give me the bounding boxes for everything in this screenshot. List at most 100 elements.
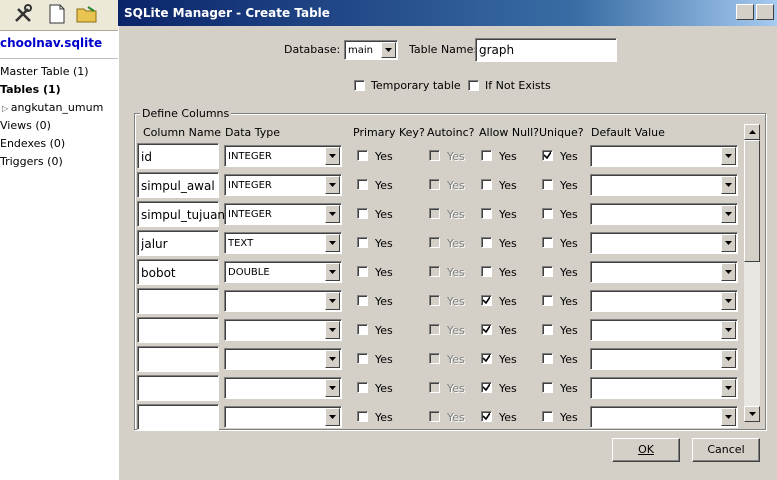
default-value-select[interactable]: [590, 319, 738, 341]
allow-null-checkbox[interactable]: [481, 382, 492, 393]
ok-button[interactable]: OK: [612, 438, 680, 462]
allow-null-checkbox[interactable]: [481, 266, 492, 277]
column-name-input[interactable]: [137, 317, 219, 343]
primary-key-checkbox[interactable]: [357, 295, 368, 306]
chevron-down-icon[interactable]: [325, 147, 340, 165]
open-folder-icon[interactable]: [76, 3, 98, 25]
default-value-select[interactable]: [590, 290, 738, 312]
chevron-down-icon[interactable]: [381, 42, 396, 58]
chevron-down-icon[interactable]: [721, 292, 736, 310]
column-name-input[interactable]: [137, 288, 219, 314]
scroll-up-button[interactable]: [744, 124, 760, 140]
chevron-down-icon[interactable]: [721, 205, 736, 223]
default-value-select[interactable]: [590, 232, 738, 254]
new-file-icon[interactable]: [46, 3, 68, 25]
tree-item[interactable]: Tables (1): [0, 83, 61, 96]
chevron-down-icon[interactable]: [721, 321, 736, 339]
chevron-down-icon[interactable]: [721, 263, 736, 281]
chevron-down-icon[interactable]: [721, 408, 736, 426]
column-name-input[interactable]: [137, 375, 219, 401]
close-button[interactable]: [756, 4, 774, 20]
chevron-down-icon[interactable]: [325, 176, 340, 194]
default-value-select[interactable]: [590, 203, 738, 225]
data-type-select[interactable]: [224, 290, 342, 312]
column-name-input[interactable]: jalur: [137, 230, 219, 256]
primary-key-checkbox[interactable]: [357, 266, 368, 277]
default-value-select[interactable]: [590, 145, 738, 167]
primary-key-checkbox[interactable]: [357, 150, 368, 161]
chevron-down-icon[interactable]: [325, 321, 340, 339]
tree-item[interactable]: Endexes (0): [0, 137, 65, 150]
unique-checkbox[interactable]: [542, 295, 553, 306]
default-value-select[interactable]: [590, 348, 738, 370]
data-type-select[interactable]: INTEGER: [224, 174, 342, 196]
default-value-select[interactable]: [590, 261, 738, 283]
data-type-select[interactable]: [224, 406, 342, 428]
primary-key-checkbox[interactable]: [357, 411, 368, 422]
unique-checkbox[interactable]: [542, 266, 553, 277]
expand-arrow-icon[interactable]: ▷: [2, 104, 11, 113]
unique-checkbox[interactable]: [542, 179, 553, 190]
column-name-input[interactable]: [137, 346, 219, 372]
database-select[interactable]: main: [344, 40, 398, 60]
data-type-select[interactable]: TEXT: [224, 232, 342, 254]
data-type-select[interactable]: [224, 319, 342, 341]
allow-null-checkbox[interactable]: [481, 179, 492, 190]
scrollbar-thumb[interactable]: [744, 140, 760, 262]
allow-null-checkbox[interactable]: [481, 208, 492, 219]
allow-null-checkbox[interactable]: [481, 295, 492, 306]
chevron-down-icon[interactable]: [325, 350, 340, 368]
default-value-select[interactable]: [590, 406, 738, 428]
column-name-input[interactable]: simpul_tujuan: [137, 201, 225, 227]
chevron-down-icon[interactable]: [721, 234, 736, 252]
unique-checkbox[interactable]: [542, 237, 553, 248]
unique-checkbox[interactable]: [542, 411, 553, 422]
chevron-down-icon[interactable]: [325, 292, 340, 310]
data-type-select[interactable]: DOUBLE: [224, 261, 342, 283]
primary-key-checkbox[interactable]: [357, 324, 368, 335]
chevron-down-icon[interactable]: [325, 408, 340, 426]
data-type-select[interactable]: [224, 348, 342, 370]
chevron-down-icon[interactable]: [721, 350, 736, 368]
primary-key-checkbox[interactable]: [357, 208, 368, 219]
allow-null-checkbox[interactable]: [481, 237, 492, 248]
if-not-exists-checkbox[interactable]: [468, 80, 479, 91]
tree-item[interactable]: ▷ angkutan_umum: [2, 101, 103, 114]
help-button[interactable]: [736, 4, 754, 20]
primary-key-checkbox[interactable]: [357, 237, 368, 248]
unique-checkbox[interactable]: [542, 353, 553, 364]
unique-checkbox[interactable]: [542, 208, 553, 219]
unique-checkbox[interactable]: [542, 150, 553, 161]
chevron-down-icon[interactable]: [325, 379, 340, 397]
column-name-input[interactable]: [137, 404, 219, 430]
cancel-button[interactable]: Cancel: [692, 438, 760, 462]
chevron-down-icon[interactable]: [325, 263, 340, 281]
tools-icon[interactable]: [12, 3, 34, 25]
allow-null-checkbox[interactable]: [481, 324, 492, 335]
unique-checkbox[interactable]: [542, 382, 553, 393]
tree-item[interactable]: Triggers (0): [0, 155, 63, 168]
chevron-down-icon[interactable]: [721, 379, 736, 397]
allow-null-checkbox[interactable]: [481, 353, 492, 364]
primary-key-checkbox[interactable]: [357, 382, 368, 393]
data-type-select[interactable]: INTEGER: [224, 203, 342, 225]
unique-checkbox[interactable]: [542, 324, 553, 335]
primary-key-checkbox[interactable]: [357, 179, 368, 190]
temporary-table-checkbox[interactable]: [354, 80, 365, 91]
default-value-select[interactable]: [590, 377, 738, 399]
primary-key-checkbox[interactable]: [357, 353, 368, 364]
default-value-select[interactable]: [590, 174, 738, 196]
column-name-input[interactable]: bobot: [137, 259, 219, 285]
chevron-down-icon[interactable]: [325, 234, 340, 252]
allow-null-checkbox[interactable]: [481, 411, 492, 422]
allow-null-checkbox[interactable]: [481, 150, 492, 161]
data-type-select[interactable]: INTEGER: [224, 145, 342, 167]
tree-item[interactable]: Views (0): [0, 119, 51, 132]
column-name-input[interactable]: simpul_awal: [137, 172, 219, 198]
column-name-input[interactable]: id: [137, 143, 219, 169]
table-name-input[interactable]: graph: [475, 38, 617, 62]
chevron-down-icon[interactable]: [721, 147, 736, 165]
chevron-down-icon[interactable]: [721, 176, 736, 194]
scroll-down-button[interactable]: [744, 406, 760, 422]
chevron-down-icon[interactable]: [325, 205, 340, 223]
